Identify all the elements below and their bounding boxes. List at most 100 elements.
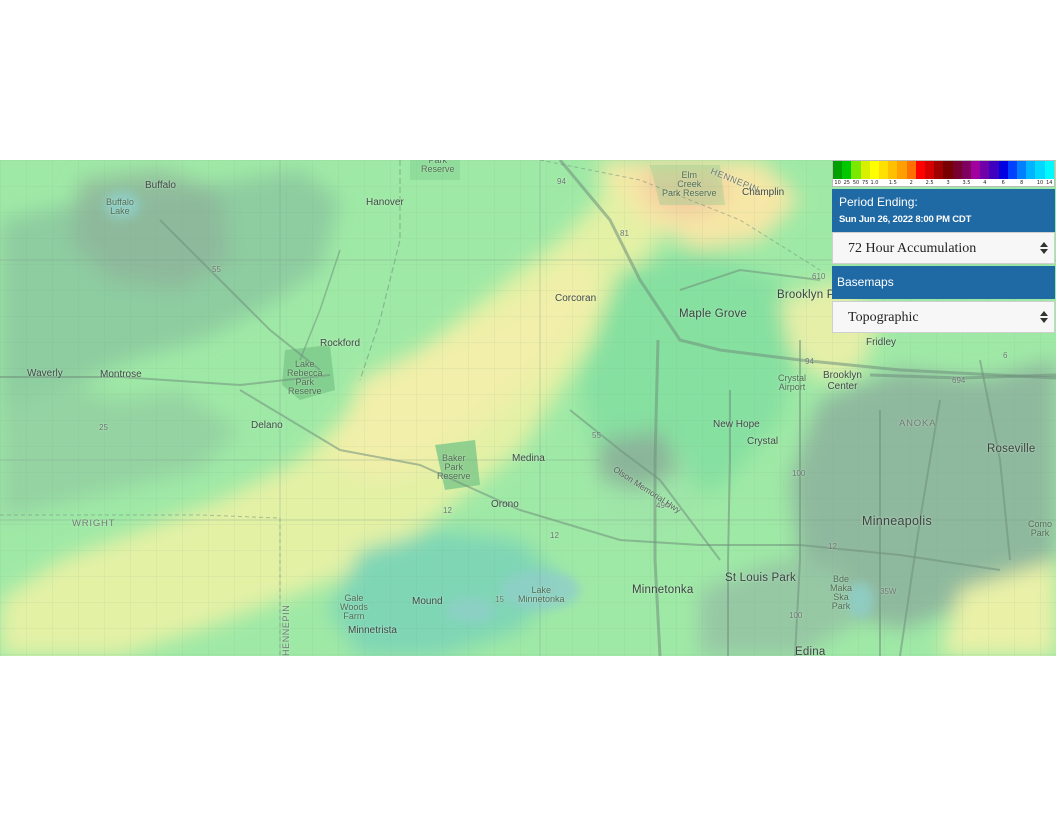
road-label: 12: [828, 542, 837, 551]
legend-color-swatch: [952, 161, 962, 179]
road-label: 35W: [880, 587, 897, 596]
accumulation-select-value: 72 Hour Accumulation: [848, 241, 977, 256]
city-label-minnetrista: Minnetrista: [348, 625, 397, 636]
park-label-gale-woods: Gale Woods Farm: [340, 593, 368, 621]
legend-tick: 2.5: [925, 180, 934, 186]
legend-color-swatch: [888, 161, 898, 179]
legend-color-swatch: [1007, 161, 1018, 179]
legend-color-swatch: [961, 161, 972, 179]
accumulation-select[interactable]: 72 Hour Accumulation: [832, 232, 1055, 264]
city-label-roseville: Roseville: [987, 443, 1036, 455]
county-label-anoka: ANOKA: [899, 418, 937, 429]
road-label: 55: [212, 265, 221, 274]
city-label-delano: Delano: [251, 420, 283, 431]
city-label-edina: Edina: [795, 646, 826, 656]
road-label: 610: [812, 272, 826, 281]
legend-color-swatch: [897, 161, 907, 179]
legend-tick: [1008, 179, 1017, 187]
road-label: 55: [592, 431, 601, 440]
road-label: 694: [952, 376, 966, 385]
legend-tick: 8: [1020, 180, 1024, 186]
park-label-lake-minnetonka: Lake Minnetonka: [518, 585, 565, 604]
city-label-minnetonka: Minnetonka: [632, 584, 694, 596]
legend-color-swatch: [860, 161, 870, 179]
legend-tick: 2: [909, 180, 913, 186]
legend-tick: [1026, 179, 1035, 187]
city-label-orono: Orono: [491, 499, 519, 510]
legend-tick: 4: [983, 180, 987, 186]
city-label-st-louis-park: St Louis Park: [725, 572, 796, 584]
select-arrows-icon: [1040, 310, 1048, 324]
road-label: 100: [789, 611, 803, 620]
city-label-medina: Medina: [512, 453, 545, 464]
legend-color-swatch: [925, 161, 935, 179]
road-label: 12: [443, 506, 452, 515]
legend-tick: 50: [852, 180, 860, 186]
legend-tick: 25: [843, 180, 850, 186]
legend-tick: [971, 179, 980, 187]
city-label-corcoran: Corcoran: [555, 293, 597, 304]
legend-tick: [897, 179, 906, 187]
legend-color-swatch: [842, 161, 852, 179]
park-label-crystal-airport: Crystal Airport: [778, 373, 807, 392]
legend-color-swatch: [980, 161, 990, 179]
park-label-buffalo-lake: Buffalo Lake: [106, 197, 134, 216]
city-label-maple-grove: Maple Grove: [679, 308, 748, 320]
city-label-brooklyn-park: Brooklyn P: [777, 289, 835, 301]
county-label-wright: WRIGHT: [72, 518, 116, 529]
road-label: 25: [99, 423, 108, 432]
legend-color-swatch: [851, 161, 861, 179]
city-label-minneapolis: Minneapolis: [862, 514, 933, 528]
legend-tick: [934, 179, 943, 187]
city-label-new-hope: New Hope: [713, 419, 760, 430]
park-label-lake-rebecca: Lake Rebecca Park Reserve: [287, 359, 323, 396]
park-label-park-reserve: Park Reserve: [421, 160, 455, 174]
road-label: 6: [1003, 351, 1008, 360]
road-label: 15: [495, 595, 504, 604]
legend-color-swatch: [1044, 161, 1054, 179]
basemaps-header: Basemaps: [832, 266, 1055, 299]
park-label-baker-park: Baker Park Reserve: [437, 453, 471, 481]
legend-tick: 14: [1046, 180, 1053, 186]
legend-color-swatch: [971, 161, 981, 179]
city-label-waverly: Waverly: [27, 368, 63, 379]
legend-color-swatch: [1026, 161, 1036, 179]
legend-tick: 3: [946, 180, 950, 186]
city-label-brooklyn-center: Brooklyn Center: [823, 370, 862, 392]
city-label-mound: Mound: [412, 596, 443, 607]
city-label-montrose: Montrose: [100, 369, 142, 380]
legend-tick: [953, 179, 962, 187]
legend-tick: [916, 179, 925, 187]
legend-tick: 75: [862, 180, 869, 186]
road-label: 100: [792, 469, 806, 478]
city-label-hanover: Hanover: [366, 197, 404, 208]
legend-color-swatch: [934, 161, 944, 179]
legend-tick-labels: 10 25 50 75 1.0 1.5 2 2.5 3 3.5 4 6 8 10 14: [833, 179, 1054, 187]
select-arrows-icon: [1040, 241, 1048, 255]
legend-color-swatch: [879, 161, 889, 179]
legend-color-swatch: [998, 161, 1008, 179]
park-label-como: Como Park: [1028, 519, 1053, 538]
period-ending-label: Period Ending:: [839, 195, 918, 209]
legend-tick: [879, 179, 888, 187]
basemap-select[interactable]: Topographic: [832, 301, 1055, 333]
legend-tick: 6: [1001, 180, 1005, 186]
road-label: 94: [805, 357, 814, 366]
county-label-hennepin-south: HENNEPIN: [281, 604, 291, 656]
period-ending-date: Sun Jun 26, 2022 8:00 PM CDT: [839, 214, 972, 225]
legend-color-swatch: [906, 161, 916, 179]
legend-color-swatch: [915, 161, 926, 179]
legend-color-swatch: [869, 161, 880, 179]
city-label-crystal: Crystal: [747, 436, 779, 447]
road-label: 81: [620, 229, 629, 238]
park-label-bde-maka-ska: Bde Maka Ska Park: [830, 574, 853, 611]
city-label-rockford: Rockford: [320, 338, 361, 349]
city-label-fridley: Fridley: [866, 337, 897, 348]
road-label: 94: [557, 177, 566, 186]
precipitation-legend: 10 25 50 75 1.0 1.5 2 2.5 3 3.5 4 6 8 10 14: [832, 160, 1055, 187]
legend-color-swatch: [1035, 161, 1045, 179]
legend-tick: [989, 179, 998, 187]
basemap-select-value: Topographic: [848, 310, 919, 325]
legend-color-swatch: [833, 161, 843, 179]
period-ending-header: Period Ending: Sun Jun 26, 2022 8:00 PM …: [832, 189, 1055, 232]
